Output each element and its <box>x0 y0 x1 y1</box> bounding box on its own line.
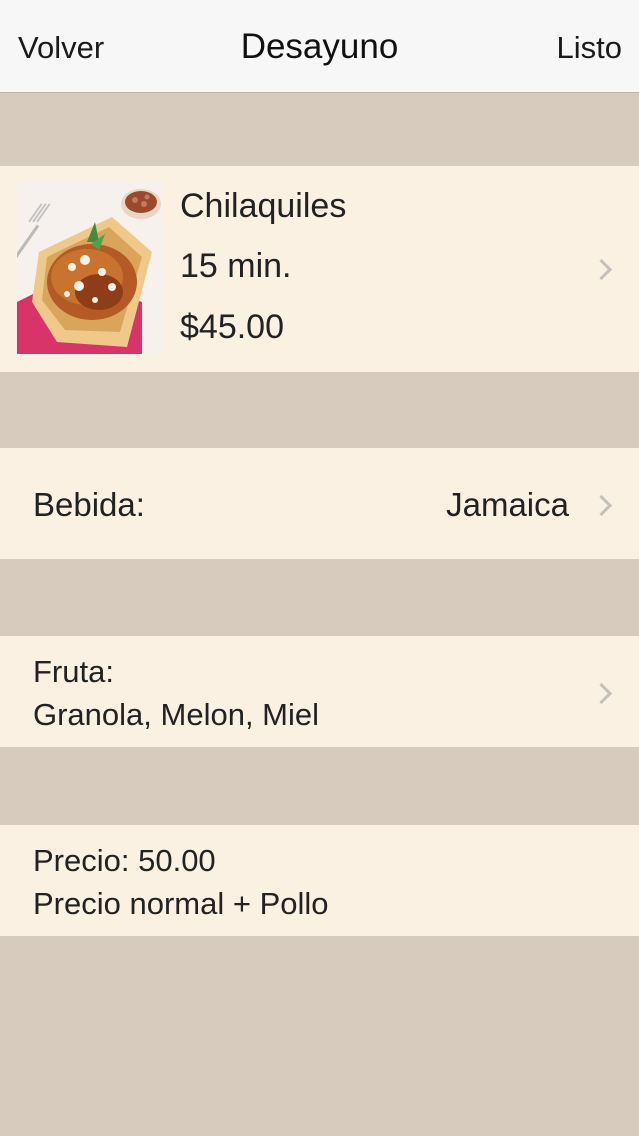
page-title: Desayuno <box>240 27 399 66</box>
chevron-right-icon <box>590 258 613 281</box>
fruta-value: Granola, Melon, Miel <box>33 697 320 732</box>
precio-line: Precio: 50.00 <box>33 843 216 878</box>
dish-cell[interactable]: Chilaquiles 15 min. $45.00 <box>0 166 639 372</box>
dish-image <box>17 182 163 354</box>
chevron-right-icon <box>590 494 613 517</box>
fruta-cell[interactable]: Fruta: Granola, Melon, Miel <box>0 636 639 747</box>
dish-time: 15 min. <box>180 247 292 285</box>
bebida-label: Bebida: <box>33 486 145 523</box>
dish-name: Chilaquiles <box>180 187 347 225</box>
chevron-right-icon <box>590 682 613 705</box>
precio-cell: Precio: 50.00 Precio normal + Pollo <box>0 825 639 936</box>
fruta-label: Fruta: <box>33 654 114 689</box>
chilaquiles-photo <box>17 182 163 354</box>
bebida-value: Jamaica <box>446 486 569 523</box>
bebida-cell[interactable]: Bebida: Jamaica <box>0 448 639 559</box>
precio-description: Precio normal + Pollo <box>33 886 329 921</box>
navigation-bar: Volver Desayuno Listo <box>0 0 639 93</box>
dish-price: $45.00 <box>180 308 284 346</box>
done-button[interactable]: Listo <box>557 28 622 68</box>
